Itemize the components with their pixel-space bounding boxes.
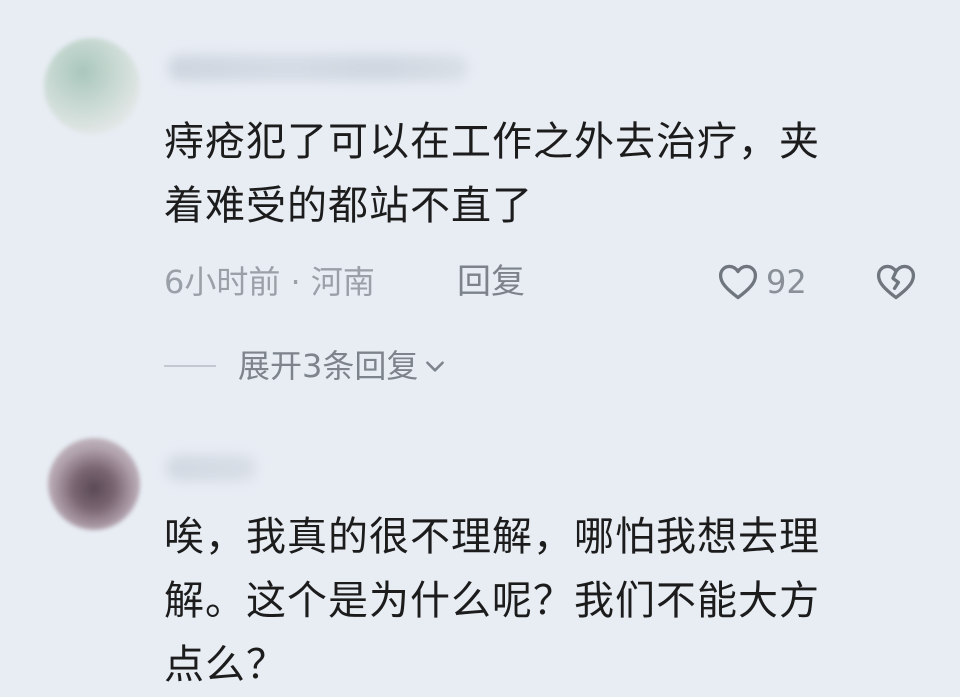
comment-text-line: 唉，我真的很不理解，哪怕我想去理 [164, 514, 820, 560]
comment-text: 唉，我真的很不理解，哪怕我想去理 解。这个是为什么呢？我们不能大方 点么？ [164, 505, 924, 697]
expand-replies-label: 展开3条回复 [238, 347, 419, 385]
username-blurred[interactable] [168, 55, 468, 81]
reply-button[interactable]: 回复 [457, 260, 525, 304]
username-blurred[interactable] [166, 455, 256, 481]
comment-text-line: 解。这个是为什么呢？我们不能大方 [164, 578, 820, 624]
expand-replies-button[interactable]: 展开3条回复 [164, 344, 448, 388]
heart-outline-icon [718, 264, 758, 300]
comment-text-line: 痔疮犯了可以在工作之外去治疗，夹 [164, 119, 820, 165]
comment-text-line: 着难受的都站不直了 [164, 183, 533, 229]
divider [164, 365, 216, 367]
comment-meta: 6小时前 · 河南 [164, 263, 375, 301]
like-button[interactable]: 92 [716, 258, 807, 306]
like-count: 92 [766, 263, 807, 301]
avatar[interactable] [44, 38, 140, 134]
avatar[interactable] [48, 438, 140, 530]
comment-text: 痔疮犯了可以在工作之外去治疗，夹 着难受的都站不直了 [164, 110, 924, 238]
comment-text-line: 点么？ [164, 642, 287, 688]
chevron-down-icon [426, 361, 445, 372]
broken-heart-icon[interactable] [874, 260, 918, 304]
